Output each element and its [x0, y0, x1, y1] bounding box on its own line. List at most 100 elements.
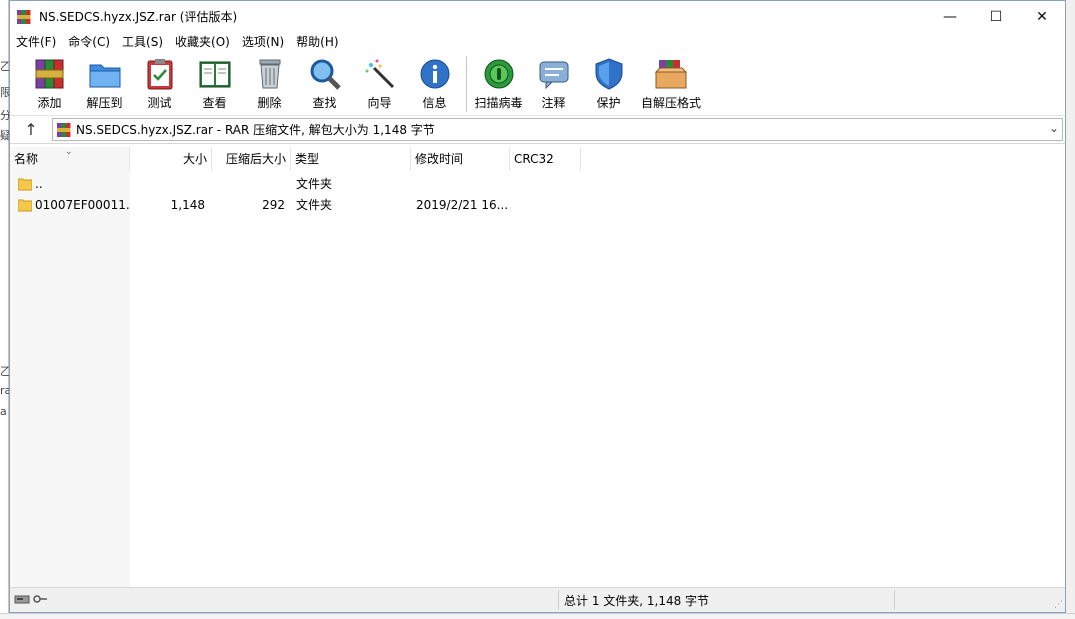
column-header-size[interactable]: 大小: [130, 147, 212, 171]
extract-to-label: 解压到: [86, 96, 123, 110]
status-divider: [894, 590, 895, 610]
background-app-edge-bottom: [0, 613, 1075, 619]
toolbar-separator: [466, 56, 467, 112]
folder-icon: [17, 177, 33, 191]
status-drive-icons: [14, 593, 48, 605]
status-summary: 总计 1 文件夹, 1,148 字节: [564, 594, 710, 608]
virus-scan-icon: [480, 56, 518, 92]
row-type: 文件夹: [296, 177, 333, 191]
row-type: 文件夹: [296, 198, 333, 212]
row-packed: 292: [262, 198, 285, 212]
extract-folder-icon: [86, 56, 124, 92]
extract-to-button[interactable]: 解压到: [77, 52, 132, 111]
column-packed-label: 压缩后大小: [225, 152, 286, 166]
folder-icon: [17, 198, 33, 212]
key-icon: [33, 595, 47, 603]
row-name: 01007EF00011...: [35, 198, 129, 212]
chevron-down-icon[interactable]: ⌄: [1049, 121, 1059, 135]
info-button[interactable]: 信息: [407, 52, 462, 111]
delete-button[interactable]: 删除: [242, 52, 297, 111]
menu-commands[interactable]: 命令(C): [62, 32, 116, 52]
find-button[interactable]: 查找: [297, 52, 352, 111]
virus-scan-button[interactable]: 扫描病毒: [471, 52, 526, 111]
view-label: 查看: [202, 96, 227, 110]
menu-help[interactable]: 帮助(H): [290, 32, 344, 52]
maximize-button[interactable]: ☐: [973, 1, 1019, 32]
row-modified: [416, 174, 508, 195]
test-clipboard-icon: [141, 56, 179, 92]
close-icon: ✕: [1036, 8, 1048, 25]
menu-bar: 文件(F) 命令(C) 工具(S) 收藏夹(O) 选项(N) 帮助(H): [10, 32, 1065, 52]
info-icon: [416, 56, 454, 92]
test-button[interactable]: 测试: [132, 52, 187, 111]
winrar-window: NS.SEDCS.hyzx.JSZ.rar (评估版本) — ☐ ✕ 文件(F)…: [9, 0, 1066, 613]
file-list: 名称 ⌄ 大小 压缩后大小 类型 修改时间 CRC32 .. 文件夹 01007…: [10, 147, 1065, 587]
column-type-label: 类型: [295, 152, 320, 166]
address-path-text: NS.SEDCS.hyzx.JSZ.rar - RAR 压缩文件, 解包大小为 …: [76, 123, 435, 137]
row-size: 1,148: [170, 198, 205, 212]
protect-button[interactable]: 保护: [581, 52, 636, 111]
menu-options[interactable]: 选项(N): [236, 32, 290, 52]
minimize-icon: —: [943, 8, 957, 25]
address-path-field[interactable]: NS.SEDCS.hyzx.JSZ.rar - RAR 压缩文件, 解包大小为 …: [52, 118, 1063, 141]
column-header-type[interactable]: 类型: [291, 147, 411, 171]
background-app-edge-right: [1065, 0, 1075, 619]
status-divider: [558, 590, 559, 610]
wizard-button[interactable]: 向导: [352, 52, 407, 111]
column-header-name[interactable]: 名称 ⌄: [10, 147, 130, 171]
wizard-label: 向导: [367, 96, 392, 110]
title-bar[interactable]: NS.SEDCS.hyzx.JSZ.rar (评估版本) — ☐ ✕: [10, 1, 1065, 32]
comment-button[interactable]: 注释: [526, 52, 581, 111]
address-bar: ↑ NS.SEDCS.hyzx.JSZ.rar - RAR 压缩文件, 解包大小…: [10, 116, 1065, 144]
rar-archive-icon: [56, 122, 72, 138]
add-button[interactable]: 添加: [22, 52, 77, 111]
winrar-app-icon: [16, 9, 32, 25]
sfx-label: 自解压格式: [640, 96, 701, 110]
row-size: [130, 174, 208, 195]
status-bar: 总计 1 文件夹, 1,148 字节 ⋰: [10, 587, 1065, 612]
sort-chevron-icon: ⌄: [65, 147, 73, 157]
table-row[interactable]: 01007EF00011... 1,148 292 文件夹 2019/2/21 …: [10, 195, 610, 216]
resize-grip-icon[interactable]: ⋰: [1054, 600, 1063, 610]
background-text: a: [0, 405, 7, 418]
sfx-button[interactable]: 自解压格式: [636, 52, 706, 111]
find-magnifier-icon: [306, 56, 344, 92]
menu-favorites[interactable]: 收藏夹(O): [169, 32, 236, 52]
sfx-box-icon: [652, 56, 690, 92]
minimize-button[interactable]: —: [927, 1, 973, 32]
column-header-packed[interactable]: 压缩后大小: [212, 147, 291, 171]
menu-file[interactable]: 文件(F): [10, 32, 62, 52]
column-header-crc[interactable]: CRC32: [510, 147, 581, 171]
drive-icon: [14, 595, 30, 604]
close-button[interactable]: ✕: [1019, 1, 1065, 32]
find-label: 查找: [312, 96, 337, 110]
view-book-icon: [196, 56, 234, 92]
info-label: 信息: [422, 96, 447, 110]
view-button[interactable]: 查看: [187, 52, 242, 111]
column-size-label: 大小: [182, 152, 207, 166]
toolbar: 添加 解压到 测试 查看 删除 查找 向导 信息 扫描病毒 注释 保护 自解压格…: [10, 52, 1065, 116]
menu-tools[interactable]: 工具(S): [116, 32, 169, 52]
column-name-label: 名称: [14, 152, 39, 166]
comment-label: 注释: [541, 96, 566, 110]
column-header-modified[interactable]: 修改时间: [411, 147, 510, 171]
row-name: ..: [35, 177, 43, 191]
test-label: 测试: [147, 96, 172, 110]
add-label: 添加: [37, 96, 62, 110]
protect-label: 保护: [596, 96, 621, 110]
row-crc: [515, 195, 581, 216]
window-title: NS.SEDCS.hyzx.JSZ.rar (评估版本): [39, 10, 238, 24]
table-row[interactable]: .. 文件夹: [10, 174, 610, 195]
row-crc: [515, 174, 581, 195]
delete-trash-icon: [251, 56, 289, 92]
column-modified-label: 修改时间: [415, 152, 464, 166]
up-button[interactable]: ↑: [10, 116, 52, 144]
column-crc-label: CRC32: [514, 152, 554, 166]
column-header-row: 名称 ⌄ 大小 压缩后大小 类型 修改时间 CRC32: [10, 147, 1065, 171]
protect-shield-icon: [590, 56, 628, 92]
row-modified: 2019/2/21 16...: [416, 198, 508, 212]
add-archive-icon: [31, 56, 69, 92]
comment-icon: [535, 56, 573, 92]
up-arrow-icon: ↑: [24, 120, 38, 139]
virus-scan-label: 扫描病毒: [474, 96, 523, 110]
